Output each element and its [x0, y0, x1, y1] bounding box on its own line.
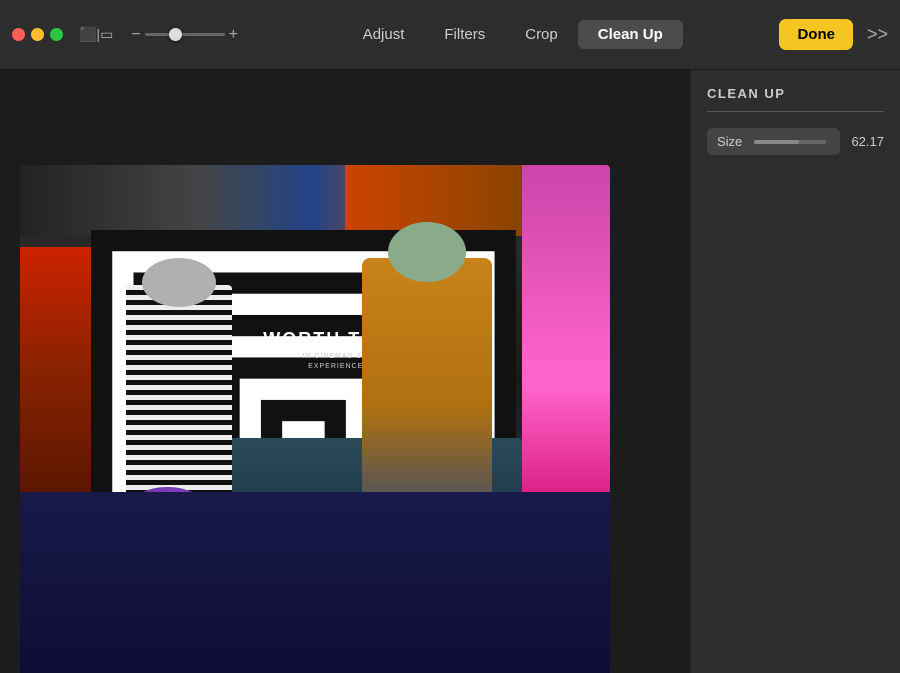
fullscreen-button[interactable] — [50, 28, 63, 41]
photo-canvas: WORTH THE WAIT. IN CINEMAS SEPTEMBER 6 E… — [0, 70, 690, 673]
zoom-out-button[interactable]: − — [131, 26, 140, 44]
toolbar: ⬛|▭ − + Adjust Filters Crop Clean Up Don… — [0, 0, 900, 70]
side-panel-divider — [707, 111, 884, 112]
scene-floor — [20, 492, 610, 673]
size-slider-container: Size — [707, 128, 840, 155]
more-button[interactable]: >> — [867, 24, 888, 45]
zoom-thumb — [169, 28, 182, 41]
tab-filters[interactable]: Filters — [424, 20, 505, 49]
photo-area[interactable]: WORTH THE WAIT. IN CINEMAS SEPTEMBER 6 E… — [0, 70, 690, 673]
zoom-in-button[interactable]: + — [229, 26, 238, 44]
tab-adjust[interactable]: Adjust — [343, 20, 425, 49]
figure-striped-head — [142, 258, 216, 307]
tab-crop[interactable]: Crop — [505, 20, 578, 49]
side-panel-title: CLEAN UP — [707, 86, 884, 101]
side-panel: CLEAN UP Size 62.17 — [690, 70, 900, 673]
main-content: WORTH THE WAIT. IN CINEMAS SEPTEMBER 6 E… — [0, 70, 900, 673]
size-slider-row: Size 62.17 — [707, 128, 884, 155]
photo-image: WORTH THE WAIT. IN CINEMAS SEPTEMBER 6 E… — [20, 165, 610, 673]
figure-yellow-head — [388, 222, 466, 282]
done-button[interactable]: Done — [779, 19, 853, 50]
zoom-control: − + — [131, 26, 238, 44]
zoom-slider[interactable] — [145, 33, 225, 36]
close-button[interactable] — [12, 28, 25, 41]
window-mode-icon[interactable]: ⬛|▭ — [79, 26, 113, 43]
minimize-button[interactable] — [31, 28, 44, 41]
size-value: 62.17 — [848, 134, 884, 149]
nav-tabs: Adjust Filters Crop Clean Up — [260, 20, 765, 49]
size-slider-fill — [754, 140, 798, 144]
window-controls: ⬛|▭ — [79, 26, 113, 43]
size-label: Size — [717, 134, 742, 149]
tab-cleanup[interactable]: Clean Up — [578, 20, 683, 49]
traffic-lights — [12, 28, 63, 41]
size-slider-track[interactable] — [754, 140, 826, 144]
